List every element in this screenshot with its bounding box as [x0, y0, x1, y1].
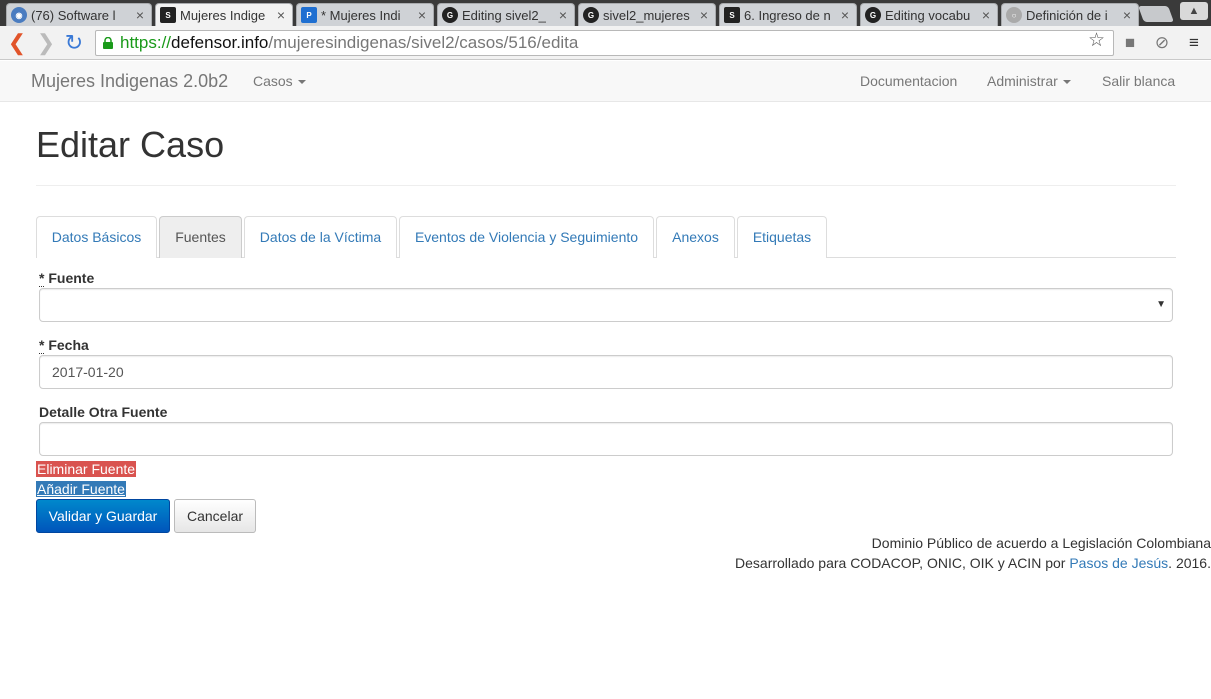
tab-anexos[interactable]: Anexos	[656, 216, 735, 258]
dropdown-arrow-icon: ▼	[1156, 299, 1166, 310]
reload-icon[interactable]: ↻	[61, 30, 87, 56]
url-scheme: https://	[120, 33, 172, 52]
sivel-icon: S	[160, 7, 176, 23]
browser-tab[interactable]: ◉ (76) Software l ×	[6, 3, 152, 26]
casos-label: Casos	[253, 73, 293, 89]
cancel-button[interactable]: Cancelar	[174, 499, 256, 533]
browser-tab[interactable]: ○ Definición de i ×	[1001, 3, 1139, 26]
close-icon[interactable]: ×	[132, 7, 148, 23]
page-title: Editar Caso	[36, 124, 225, 165]
casos-menu[interactable]: Casos	[253, 73, 306, 89]
tab-datos-victima[interactable]: Datos de la Víctima	[244, 216, 397, 258]
fecha-label-text: Fecha	[48, 337, 89, 353]
browser-tab-title: Definición de i	[1026, 7, 1108, 23]
pasos-de-jesus-link[interactable]: Pasos de Jesús	[1069, 555, 1168, 571]
browser-tab-title: (76) Software l	[31, 7, 116, 23]
close-icon[interactable]: ×	[978, 7, 994, 23]
tab-datos-basicos[interactable]: Datos Básicos	[36, 216, 157, 258]
close-icon[interactable]: ×	[555, 7, 571, 23]
salir-link[interactable]: Salir blanca	[1102, 73, 1175, 89]
browser-toolbar: ❮ ❯ ↻ https://defensor.info/mujeresindig…	[0, 26, 1211, 60]
bookmark-star-icon[interactable]: ☆	[1088, 29, 1105, 52]
globe-icon: ◉	[11, 7, 27, 23]
browser-tab[interactable]: G Editing sivel2_ ×	[437, 3, 575, 26]
address-bar[interactable]: https://defensor.info/mujeresindigenas/s…	[95, 30, 1114, 56]
fuente-label-text: Fuente	[48, 270, 95, 286]
browser-tab-title: 6. Ingreso de n	[744, 7, 831, 23]
profile-icon[interactable]: ▲	[1180, 2, 1208, 20]
new-tab-button[interactable]	[1138, 6, 1174, 22]
url-path: /mujeresindigenas/sivel2/casos/516/edita	[268, 33, 579, 52]
browser-tab[interactable]: S Mujeres Indige ×	[155, 3, 293, 26]
case-tabs: Datos Básicos Fuentes Datos de la Víctim…	[36, 216, 1176, 258]
back-icon[interactable]: ❮	[4, 30, 30, 56]
detalle-otra-fuente-input[interactable]	[39, 422, 1173, 456]
browser-tab-title: * Mujeres Indi	[321, 7, 401, 23]
menu-icon[interactable]: ≡	[1183, 32, 1205, 54]
browser-tab-title: Mujeres Indige	[180, 7, 266, 23]
pivotal-icon: P	[301, 7, 317, 23]
divider	[36, 185, 1176, 186]
app-brand[interactable]: Mujeres Indigenas 2.0b2	[31, 71, 228, 92]
lock-icon	[103, 37, 113, 49]
close-icon[interactable]: ×	[414, 7, 430, 23]
footer-credits: Desarrollado para CODACOP, ONIC, OIK y A…	[735, 555, 1211, 571]
detalle-label: Detalle Otra Fuente	[39, 404, 168, 420]
footer-credits-text: Desarrollado para CODACOP, ONIC, OIK y A…	[735, 555, 1070, 571]
tab-fuentes[interactable]: Fuentes	[159, 216, 242, 258]
github-icon: G	[442, 7, 458, 23]
fuente-select[interactable]: ▼	[39, 288, 1173, 322]
close-icon[interactable]: ×	[273, 7, 289, 23]
close-icon[interactable]: ×	[696, 7, 712, 23]
footer-license: Dominio Público de acuerdo a Legislación…	[871, 535, 1211, 551]
browser-tab-strip: ◉ (76) Software l × S Mujeres Indige × P…	[0, 0, 1211, 26]
browser-tab-title: Editing sivel2_	[462, 7, 546, 23]
administrar-label: Administrar	[987, 73, 1058, 89]
anadir-fuente-link[interactable]: Añadir Fuente	[36, 481, 126, 497]
validar-guardar-button[interactable]: Validar y Guardar	[36, 499, 170, 533]
close-icon[interactable]: ×	[837, 7, 853, 23]
tab-eventos-violencia[interactable]: Eventos de Violencia y Seguimiento	[399, 216, 654, 258]
fecha-label: * Fecha	[39, 337, 89, 354]
github-icon: G	[583, 7, 599, 23]
tab-etiquetas[interactable]: Etiquetas	[737, 216, 827, 258]
forward-icon[interactable]: ❯	[33, 30, 59, 56]
extension-icon[interactable]: ⊘	[1151, 32, 1173, 54]
close-icon[interactable]: ×	[1119, 7, 1135, 23]
footer-year: . 2016.	[1168, 555, 1211, 571]
administrar-menu[interactable]: Administrar	[987, 73, 1071, 89]
caret-down-icon	[297, 80, 306, 85]
fecha-input[interactable]: 2017-01-20	[39, 355, 1173, 389]
caret-down-icon	[1062, 80, 1071, 85]
browser-tab[interactable]: G Editing vocabu ×	[860, 3, 998, 26]
eliminar-fuente-link[interactable]: Eliminar Fuente	[36, 461, 137, 477]
github-icon: G	[865, 7, 881, 23]
browser-tab-title: Editing vocabu	[885, 7, 971, 23]
required-mark: *	[39, 270, 45, 287]
documentacion-link[interactable]: Documentacion	[860, 73, 957, 89]
url-host: defensor.info	[171, 33, 269, 52]
browser-tab[interactable]: S 6. Ingreso de n ×	[719, 3, 857, 26]
app-navbar: Mujeres Indigenas 2.0b2 Casos Documentac…	[0, 61, 1211, 102]
sivel-icon: S	[724, 7, 740, 23]
required-mark: *	[39, 337, 45, 354]
browser-tab[interactable]: G sivel2_mujeres ×	[578, 3, 716, 26]
camera-icon[interactable]: ■	[1119, 32, 1141, 54]
page-icon: ○	[1006, 7, 1022, 23]
browser-tab[interactable]: P * Mujeres Indi ×	[296, 3, 434, 26]
browser-tab-title: sivel2_mujeres	[603, 7, 690, 23]
fuente-label: * Fuente	[39, 270, 95, 287]
